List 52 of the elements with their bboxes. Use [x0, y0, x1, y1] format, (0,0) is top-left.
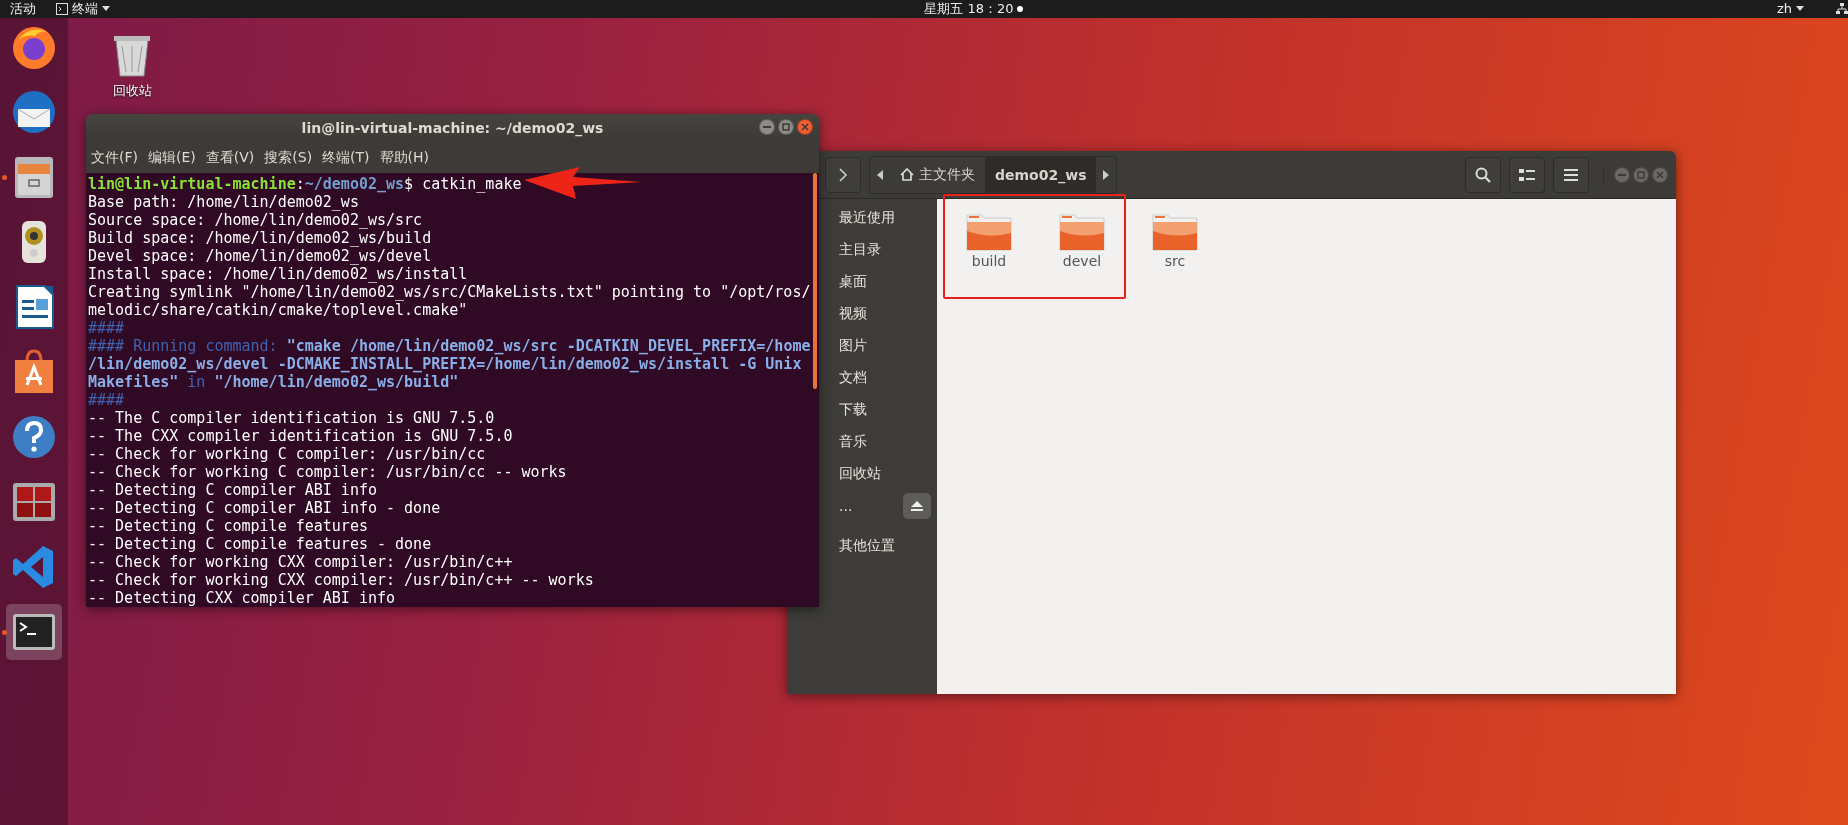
terminal-line: Makefiles" in "/home/lin/demo02_ws/build"	[88, 373, 459, 391]
terminal-line: Source space: /home/lin/demo02_ws/src	[88, 211, 423, 229]
path-crumb[interactable]: 主文件夹	[890, 156, 985, 193]
prompt-line: lin@lin-virtual-machine:~/demo02_ws$ catkin_make	[88, 175, 522, 193]
sidebar-item[interactable]: 文档	[839, 369, 867, 387]
terminal-line: Creating symlink "/home/lin/demo02_ws/src/CMakeLists.txt" pointing to "/opt/ros/	[88, 283, 811, 301]
file-name[interactable]: build	[971, 253, 1007, 269]
terminal-line: ####	[88, 319, 125, 337]
sidebar-item[interactable]: 桌面	[839, 273, 867, 291]
terminal-line: melodic/share/catkin/cmake/toplevel.cmake"	[88, 301, 468, 319]
terminal-line: -- The C compiler identification is GNU 7.5.0	[88, 409, 495, 427]
menu-item[interactable]: 查看(V)	[200, 141, 260, 173]
menu-item[interactable]: 终端(T)	[317, 141, 375, 173]
sidebar-item[interactable]: ...	[839, 498, 853, 514]
terminal-line: -- Detecting C compiler ABI info	[88, 481, 377, 499]
sidebar-item[interactable]: 最近使用	[839, 209, 895, 227]
terminal-line: /lin/demo02_ws/devel -DCMAKE_INSTALL_PREFIX=/home/lin/demo02_ws/install -G Unix	[88, 355, 802, 373]
terminal-line: Install space: /home/lin/demo02_ws/install	[88, 265, 468, 283]
sidebar-item[interactable]: 图片	[839, 337, 867, 355]
sidebar-item[interactable]: 音乐	[839, 433, 867, 451]
sidebar-item[interactable]: 视频	[839, 305, 867, 323]
menu-item[interactable]: 编辑(E)	[143, 141, 201, 173]
terminal-line: -- Detecting C compile features	[88, 517, 368, 535]
terminal-line: Devel space: /home/lin/demo02_ws/devel	[88, 247, 432, 265]
window-title: lin@lin-virtual-machine: ~/demo02_ws	[301, 119, 604, 136]
terminal-line: -- Detecting CXX compiler ABI info	[88, 589, 396, 607]
sidebar-item[interactable]: 其他位置	[839, 537, 895, 555]
terminal-line: #### Running command: "cmake /home/lin/demo02_ws/src -DCATKIN_DEVEL_PREFIX=/home	[88, 337, 811, 355]
terminal-line: -- Detecting C compile features - done	[88, 535, 432, 553]
terminal-line: Build space: /home/lin/demo02_ws/build	[88, 229, 432, 247]
path-crumb[interactable]: demo02_ws	[985, 156, 1097, 193]
app-menu[interactable]: 终端	[72, 0, 98, 18]
sidebar-item[interactable]: 回收站	[839, 465, 881, 483]
terminal-line: -- Check for working C compiler: /usr/bin/cc	[88, 445, 486, 463]
terminal-line: -- Check for working CXX compiler: /usr/bin/c++	[88, 553, 513, 571]
activities-button[interactable]: 活动	[10, 0, 36, 18]
terminal-line: Base path: /home/lin/demo02_ws	[88, 193, 359, 211]
clock[interactable]: 星期五 18：20	[924, 0, 1014, 18]
terminal-line: -- Detecting C compiler ABI info - done	[88, 499, 441, 517]
terminal-line: -- The CXX compiler identification is GNU 7.5.0	[88, 427, 513, 445]
terminal-line: -- Check for working C compiler: /usr/bin/cc -- works	[88, 463, 567, 481]
desktop-icon-label[interactable]: 回收站	[112, 82, 152, 100]
terminal-line: -- Check for working CXX compiler: /usr/bin/c++ -- works	[88, 571, 594, 589]
menu-item[interactable]: 帮助(H)	[374, 141, 435, 173]
sidebar-item[interactable]: 下载	[839, 401, 867, 419]
sidebar-item[interactable]: 主目录	[839, 241, 881, 259]
menu-item[interactable]: 文件(F)	[86, 141, 143, 173]
input-method[interactable]: zh	[1776, 0, 1792, 18]
terminal-line: ####	[88, 391, 125, 409]
file-name[interactable]: devel	[1062, 253, 1102, 269]
file-name[interactable]: src	[1164, 253, 1186, 269]
menu-item[interactable]: 搜索(S)	[259, 141, 318, 173]
